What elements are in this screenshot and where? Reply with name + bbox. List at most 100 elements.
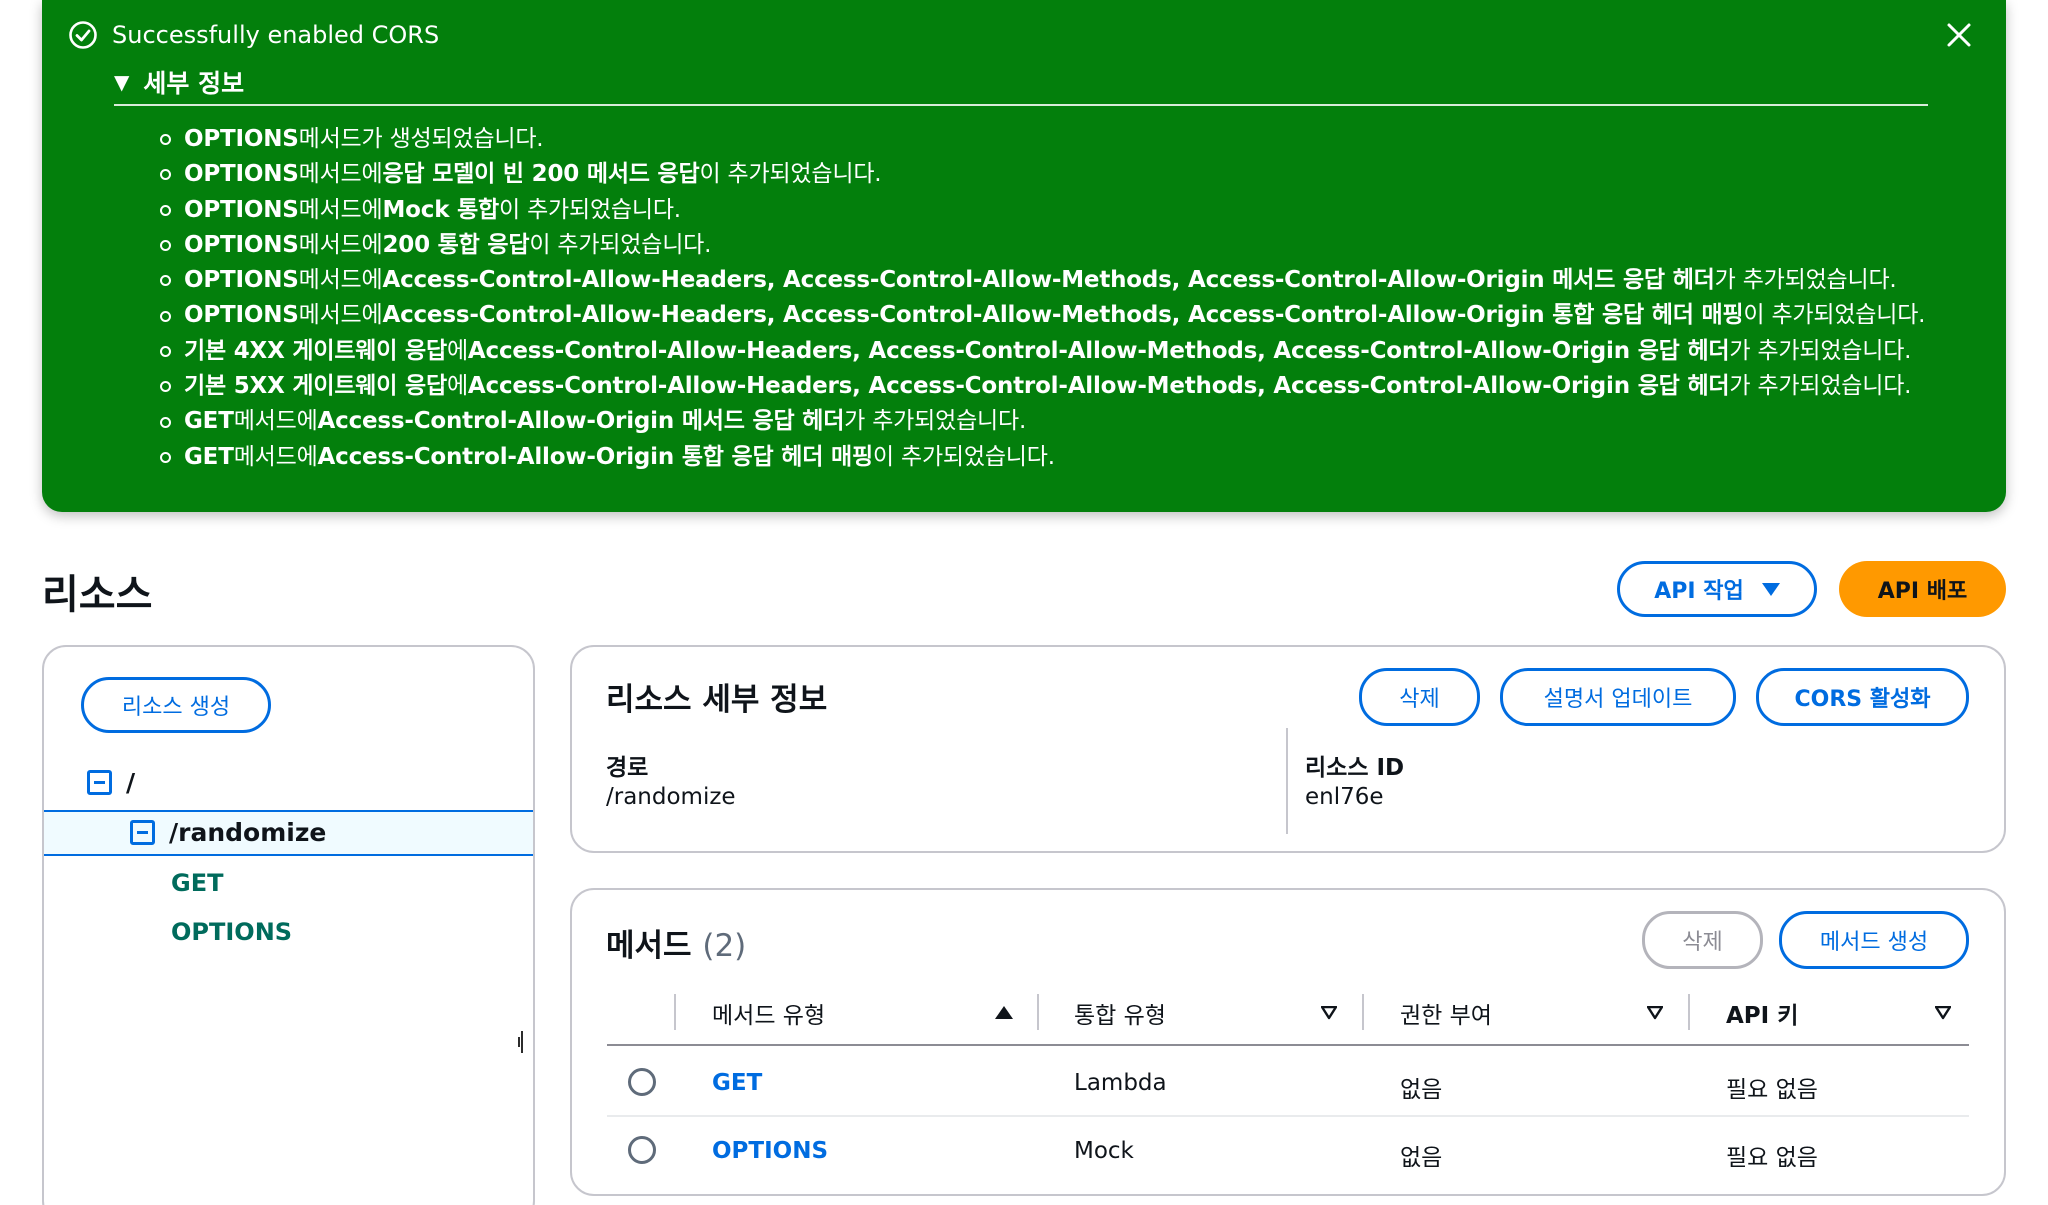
flash-detail-text: 메서드에 <box>298 267 383 294</box>
flash-detail-item: OPTIONS 메서드에 응답 모델이 빈 200 메서드 응답 이 추가되었습니… <box>160 157 1925 192</box>
flash-detail-text: GET <box>184 443 234 470</box>
flash-detail-text: 기본 4XX 게이트웨이 응답 <box>184 337 447 364</box>
flash-detail-item: OPTIONS 메서드에 Access-Control-Allow-Header… <box>160 263 1925 298</box>
authorization-cell: 없음 <box>1400 1145 1443 1171</box>
enable-cors-button[interactable]: CORS 활성화 <box>1756 668 1969 726</box>
close-icon[interactable] <box>1942 18 1976 52</box>
tree-method-get[interactable]: GET <box>171 869 223 897</box>
integration-type-cell: Lambda <box>1074 1070 1167 1096</box>
column-header-api-key[interactable]: API 키 <box>1726 996 1798 1030</box>
bullet-icon <box>160 345 171 357</box>
flash-detail-text: OPTIONS <box>184 126 299 152</box>
delete-method-button[interactable]: 삭제 <box>1642 911 1763 969</box>
delete-resource-button[interactable]: 삭제 <box>1359 668 1480 726</box>
tree-method-options[interactable]: OPTIONS <box>171 918 292 946</box>
flash-detail-text: OPTIONS <box>184 196 299 223</box>
flash-detail-text: Access-Control-Allow-Headers, Access-Con… <box>382 267 1715 294</box>
flash-title: Successfully enabled CORS <box>112 21 440 49</box>
flash-detail-text: 응답 모델이 빈 200 메서드 응답 <box>382 161 700 188</box>
tree-node-randomize[interactable]: /randomize <box>130 818 326 847</box>
bullet-icon <box>160 310 171 322</box>
resource-id-value: enl76e <box>1305 784 1384 810</box>
flash-detail-text: 이 추가되었습니다. <box>872 443 1055 470</box>
column-separator <box>674 994 676 1030</box>
update-docs-button[interactable]: 설명서 업데이트 <box>1500 668 1736 726</box>
flash-detail-text: 메서드가 생성되었습니다. <box>298 126 544 152</box>
flash-detail-text: OPTIONS <box>184 161 299 188</box>
flash-detail-text: 이 추가되었습니다. <box>499 196 681 223</box>
column-header-authorization[interactable]: 권한 부여 <box>1400 996 1492 1030</box>
page-title: 리소스 <box>42 572 153 618</box>
flash-detail-text: Access-Control-Allow-Headers, Access-Con… <box>382 302 1744 329</box>
tree-node-root[interactable]: / <box>87 768 135 797</box>
bullet-icon <box>160 451 171 463</box>
flash-header: Successfully enabled CORS <box>68 20 439 50</box>
panel-resize-handle[interactable] <box>518 1031 523 1053</box>
flash-detail-text: 이 추가되었습니다. <box>699 161 882 188</box>
methods-heading: 메서드 (2) <box>606 920 746 965</box>
column-header-method-type[interactable]: 메서드 유형 <box>712 996 825 1030</box>
row-divider <box>607 1115 1969 1117</box>
flash-detail-text: OPTIONS <box>184 267 299 294</box>
flash-detail-text: OPTIONS <box>184 302 299 329</box>
bullet-icon <box>160 240 171 252</box>
bullet-icon <box>160 275 171 287</box>
api-actions-dropdown-button[interactable]: API 작업 <box>1617 561 1817 617</box>
flash-detail-text: 에 <box>446 373 468 400</box>
flash-detail-text: 이 추가되었습니다. <box>1743 302 1926 329</box>
divider <box>1286 728 1288 834</box>
api-key-cell: 필요 없음 <box>1726 1145 1818 1171</box>
deploy-api-button[interactable]: API 배포 <box>1839 561 2006 617</box>
flash-detail-item: OPTIONS 메서드에 Access-Control-Allow-Header… <box>160 298 1925 333</box>
row-select-radio[interactable] <box>628 1136 656 1164</box>
flash-detail-text: Access-Control-Allow-Headers, Access-Con… <box>467 337 1730 364</box>
bullet-icon <box>160 416 171 428</box>
column-separator <box>1362 994 1364 1030</box>
bullet-icon <box>160 134 171 146</box>
create-method-button[interactable]: 메서드 생성 <box>1779 911 1969 969</box>
flash-detail-text: Access-Control-Allow-Headers, Access-Con… <box>467 373 1730 400</box>
flash-detail-text: Mock 통합 <box>382 196 500 223</box>
methods-heading-text: 메서드 <box>606 928 692 964</box>
caret-down-icon: ▼ <box>114 70 130 94</box>
create-resource-button[interactable]: 리소스 생성 <box>81 677 271 733</box>
method-link-get[interactable]: GET <box>712 1070 762 1096</box>
flash-detail-text: 메서드에 <box>298 231 383 258</box>
table-header-divider <box>607 1044 1969 1046</box>
row-select-radio[interactable] <box>628 1068 656 1096</box>
sort-ascending-icon[interactable] <box>995 1006 1013 1019</box>
sort-descending-icon[interactable] <box>1935 1006 1951 1020</box>
flash-detail-text: 메서드에 <box>233 408 318 435</box>
column-header-integration-type[interactable]: 통합 유형 <box>1074 996 1166 1030</box>
details-expander[interactable]: ▼ 세부 정보 <box>114 64 244 100</box>
flash-detail-item: 기본 4XX 게이트웨이 응답 에 Access-Control-Allow-He… <box>160 334 1925 369</box>
flash-detail-text: 가 추가되었습니다. <box>1729 373 1912 400</box>
success-check-icon <box>69 21 97 49</box>
integration-type-cell: Mock <box>1074 1138 1134 1164</box>
flash-detail-text: 200 통합 응답 <box>382 231 530 258</box>
bullet-icon <box>160 381 171 393</box>
flash-detail-text: 메서드에 <box>298 196 383 223</box>
bullet-icon <box>160 204 171 216</box>
flash-detail-text: GET <box>184 408 234 435</box>
flash-detail-item: OPTIONS 메서드에 200 통합 응답 이 추가되었습니다. <box>160 228 1925 263</box>
flash-detail-text: OPTIONS <box>184 231 299 258</box>
column-separator <box>1037 994 1039 1030</box>
sort-descending-icon[interactable] <box>1647 1006 1663 1020</box>
resource-details-heading: 리소스 세부 정보 <box>606 682 828 718</box>
details-label: 세부 정보 <box>143 69 245 98</box>
collapse-icon[interactable] <box>130 820 155 845</box>
method-link-options[interactable]: OPTIONS <box>712 1138 828 1164</box>
flash-detail-text: 이 추가되었습니다. <box>529 231 712 258</box>
collapse-icon[interactable] <box>87 770 112 795</box>
flash-detail-text: 가 추가되었습니다. <box>1729 337 1912 364</box>
success-flash-banner: Successfully enabled CORS ▼ 세부 정보 OPTION… <box>42 0 2006 512</box>
flash-detail-text: 에 <box>446 337 468 364</box>
api-key-cell: 필요 없음 <box>1726 1077 1818 1103</box>
sort-descending-icon[interactable] <box>1321 1006 1337 1020</box>
flash-detail-text: 가 추가되었습니다. <box>1714 267 1897 294</box>
resource-id-label: 리소스 ID <box>1305 755 1405 781</box>
methods-count: (2) <box>702 928 747 964</box>
column-separator <box>1688 994 1690 1030</box>
flash-detail-text: 메서드에 <box>298 302 383 329</box>
